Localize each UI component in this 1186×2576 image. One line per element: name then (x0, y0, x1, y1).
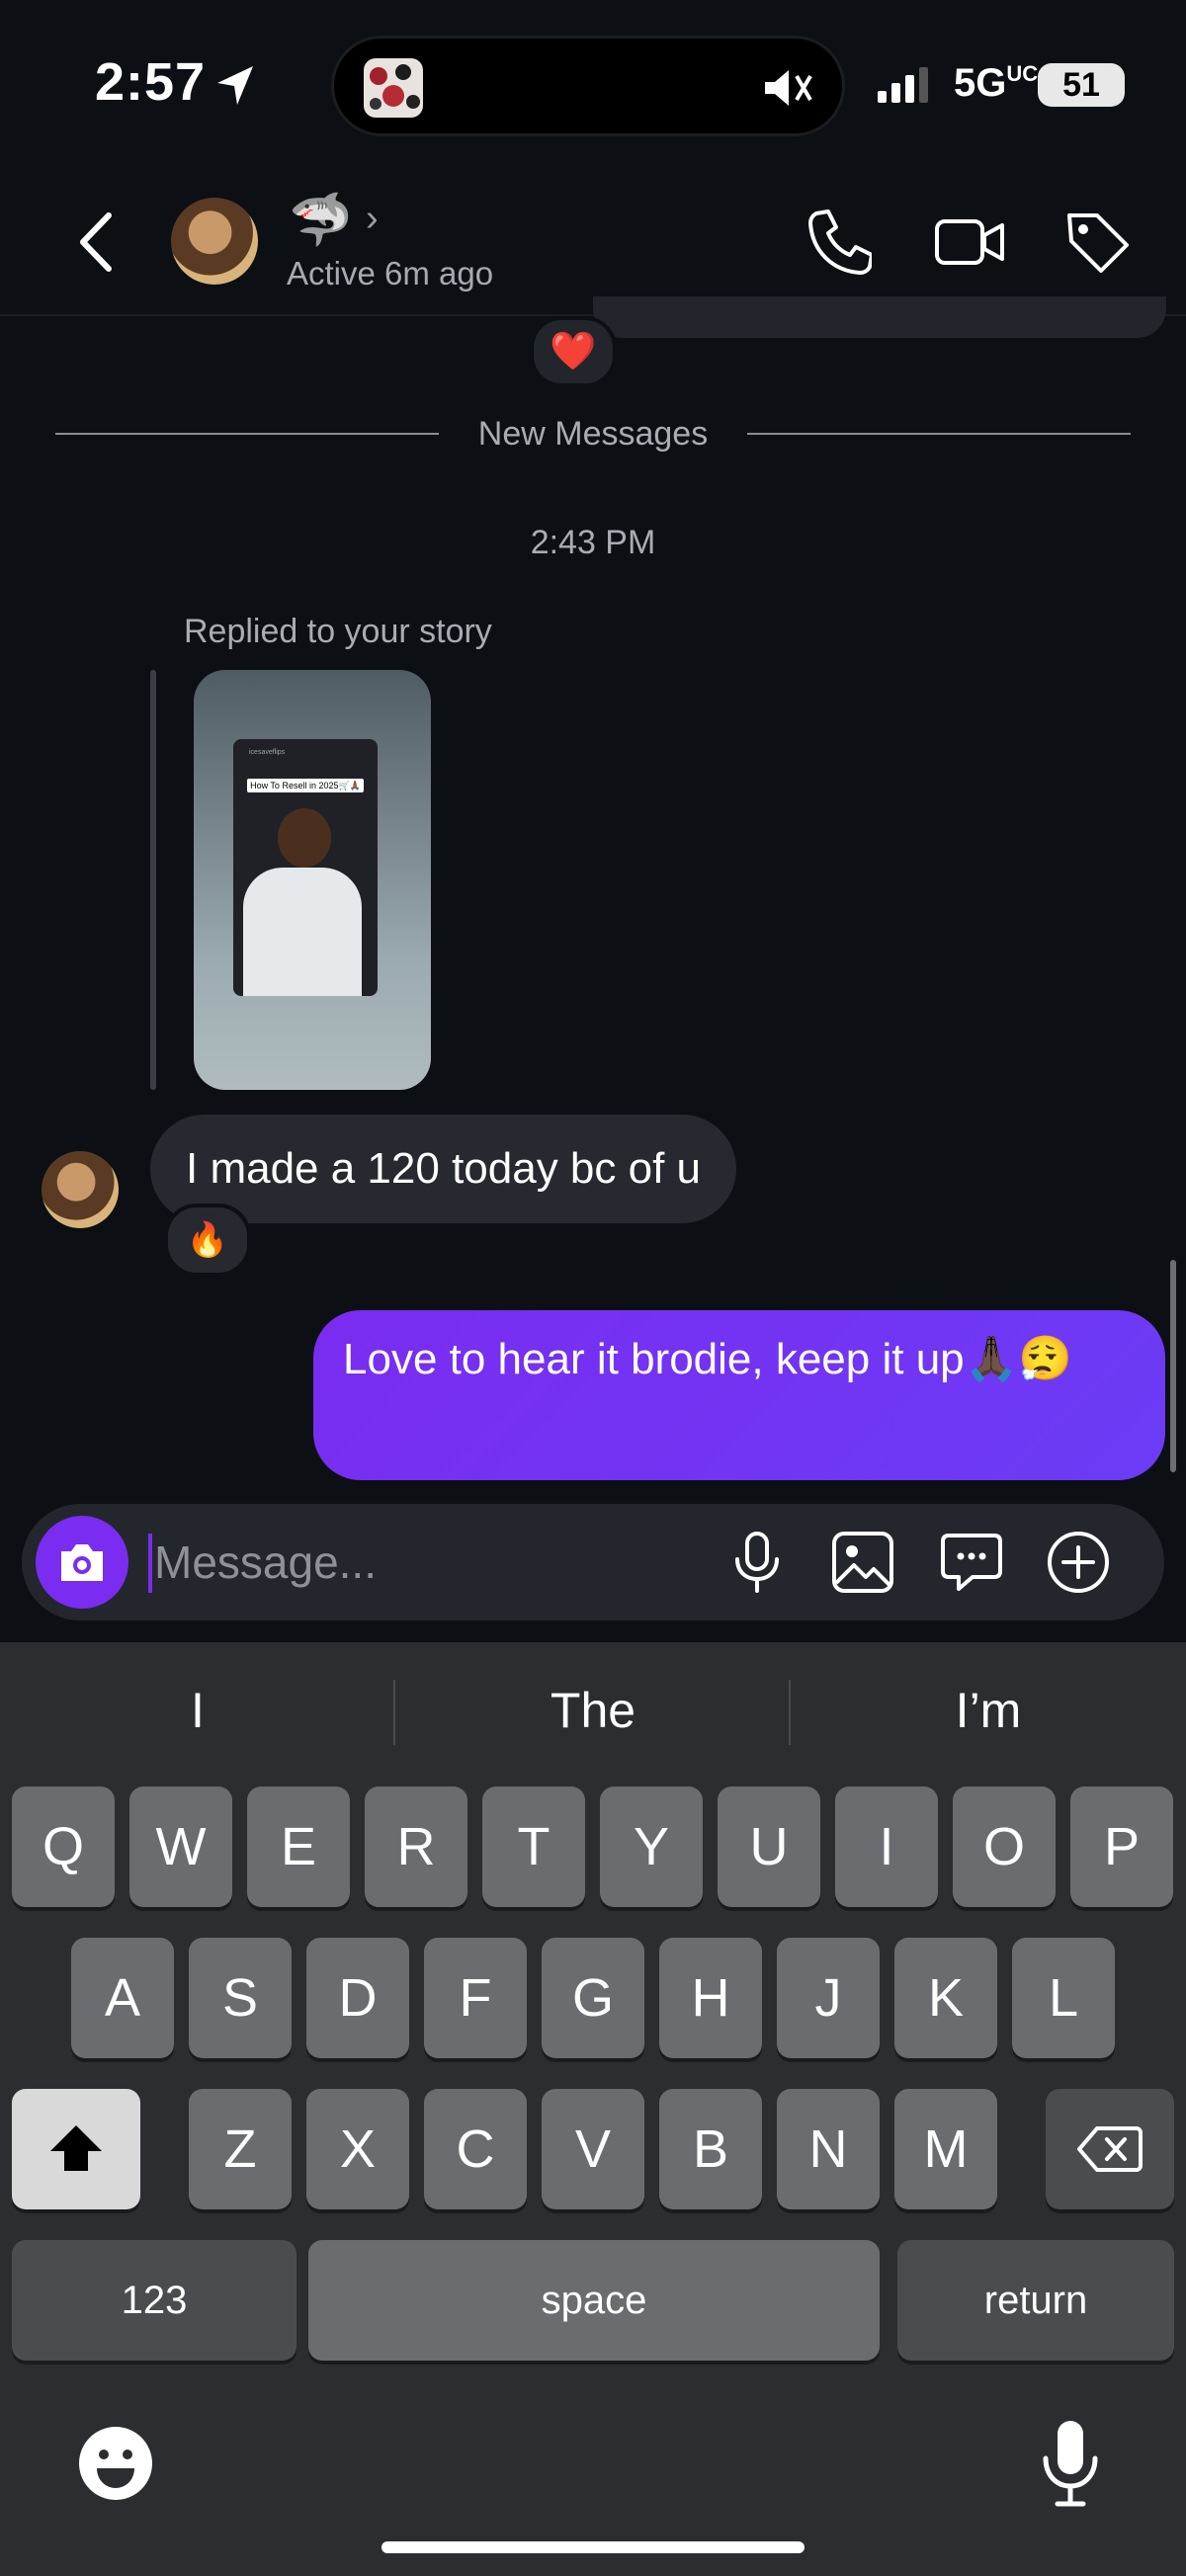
key-x[interactable]: X (306, 2089, 409, 2209)
key-n[interactable]: N (777, 2089, 880, 2209)
shift-key[interactable] (12, 2089, 140, 2209)
key-s[interactable]: S (189, 1938, 292, 2058)
emoji-icon[interactable] (77, 2425, 154, 2502)
space-key[interactable]: space (308, 2240, 880, 2361)
text-cursor (148, 1534, 152, 1593)
backspace-icon (1077, 2126, 1143, 2172)
battery-indicator: 51 (1038, 63, 1125, 107)
back-chevron-icon[interactable] (69, 208, 125, 277)
story-thumbnail[interactable]: icesaveflips How To Resell in 2025🛒🙏🏾 (194, 670, 431, 1090)
home-indicator[interactable] (381, 2541, 805, 2553)
key-m[interactable]: M (894, 2089, 997, 2209)
key-e[interactable]: E (247, 1787, 350, 1907)
key-h[interactable]: H (659, 1938, 762, 2058)
numbers-key[interactable]: 123 (12, 2240, 296, 2361)
phone-call-icon[interactable] (803, 208, 872, 277)
key-i[interactable]: I (835, 1787, 938, 1907)
incoming-message-bubble[interactable]: I made a 120 today bc of u (150, 1115, 737, 1223)
return-key[interactable]: return (897, 2240, 1174, 2361)
suggestion-1[interactable]: I (0, 1682, 395, 1739)
story-overlay-text: How To Resell in 2025🛒🙏🏾 (247, 779, 364, 792)
key-q[interactable]: Q (12, 1787, 115, 1907)
tag-icon[interactable] (1063, 208, 1133, 277)
suggestion-3[interactable]: I’m (791, 1682, 1186, 1739)
key-t[interactable]: T (482, 1787, 585, 1907)
key-y[interactable]: Y (600, 1787, 703, 1907)
contact-name[interactable]: 🦈 (289, 190, 353, 250)
signal-bars-icon (878, 67, 928, 103)
key-f[interactable]: F (424, 1938, 527, 2058)
reply-indicator-bar (150, 670, 156, 1090)
suggestion-2[interactable]: The (395, 1682, 791, 1739)
add-plus-icon[interactable] (1046, 1530, 1111, 1595)
contact-avatar[interactable] (171, 198, 258, 285)
previous-message-bubble[interactable] (593, 296, 1166, 338)
key-d[interactable]: D (306, 1938, 409, 2058)
key-p[interactable]: P (1070, 1787, 1173, 1907)
heart-reaction[interactable]: ❤️ (530, 316, 617, 387)
network-type: 5GUC (954, 61, 1039, 105)
message-input[interactable] (154, 1518, 708, 1607)
key-z[interactable]: Z (189, 2089, 292, 2209)
key-u[interactable]: U (718, 1787, 820, 1907)
sticker-chat-icon[interactable] (939, 1530, 1004, 1595)
replied-to-story-label: Replied to your story (184, 613, 492, 650)
dictation-microphone-icon[interactable] (1038, 2419, 1103, 2508)
chevron-right-icon[interactable]: › (366, 198, 379, 240)
story-username: icesaveflips (249, 749, 286, 756)
key-c[interactable]: C (424, 2089, 527, 2209)
chat-scrollbar[interactable] (1170, 1260, 1176, 1472)
message-timestamp: 2:43 PM (530, 524, 656, 561)
key-g[interactable]: G (542, 1938, 644, 2058)
key-r[interactable]: R (365, 1787, 467, 1907)
key-j[interactable]: J (777, 1938, 880, 2058)
story-preview-image: icesaveflips How To Resell in 2025🛒🙏🏾 (233, 739, 378, 996)
now-playing-artwork (364, 58, 423, 118)
story-person-body (243, 868, 362, 996)
delete-key[interactable] (1046, 2089, 1174, 2209)
story-person-head (278, 808, 331, 868)
outgoing-message-bubble[interactable]: Love to hear it brodie, keep it up🙏🏿😮‍💨 (313, 1310, 1165, 1480)
message-composer (22, 1504, 1164, 1620)
gallery-icon[interactable] (830, 1530, 895, 1595)
fire-reaction[interactable]: 🔥 (164, 1204, 251, 1277)
key-b[interactable]: B (659, 2089, 762, 2209)
key-a[interactable]: A (71, 1938, 174, 2058)
location-arrow-icon (217, 66, 253, 105)
active-status: Active 6m ago (287, 255, 494, 291)
video-call-icon[interactable] (933, 208, 1006, 277)
key-v[interactable]: V (542, 2089, 644, 2209)
camera-icon (61, 1544, 103, 1581)
shift-arrow-icon (50, 2125, 102, 2171)
keyboard: I The I’m Q W E R T Y U I O P A S D F G … (0, 1642, 1186, 2576)
key-w[interactable]: W (129, 1787, 232, 1907)
camera-button[interactable] (36, 1516, 128, 1609)
microphone-icon[interactable] (729, 1530, 785, 1595)
key-k[interactable]: K (894, 1938, 997, 2058)
key-l[interactable]: L (1012, 1938, 1115, 2058)
sender-avatar[interactable] (42, 1151, 119, 1228)
silent-bell-icon (765, 70, 812, 106)
key-o[interactable]: O (953, 1787, 1056, 1907)
status-time: 2:57 (95, 52, 207, 112)
dynamic-island[interactable] (331, 36, 845, 136)
new-messages-label: New Messages (0, 415, 1186, 454)
